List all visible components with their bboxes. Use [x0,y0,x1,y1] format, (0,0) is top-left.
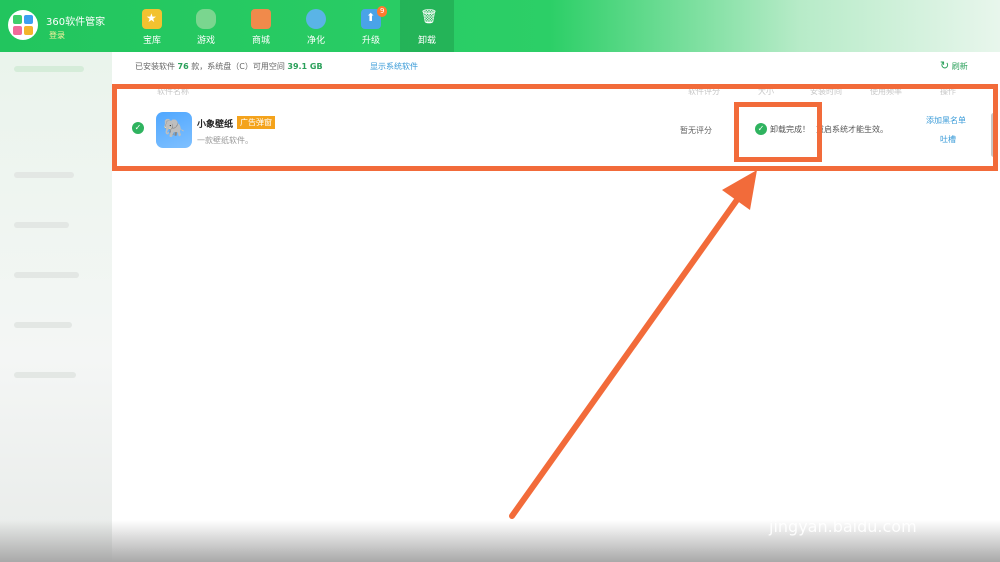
watermark-brand: Bai du经验 [768,479,977,520]
watermark-url: jingyan.baidu.com [769,517,917,536]
